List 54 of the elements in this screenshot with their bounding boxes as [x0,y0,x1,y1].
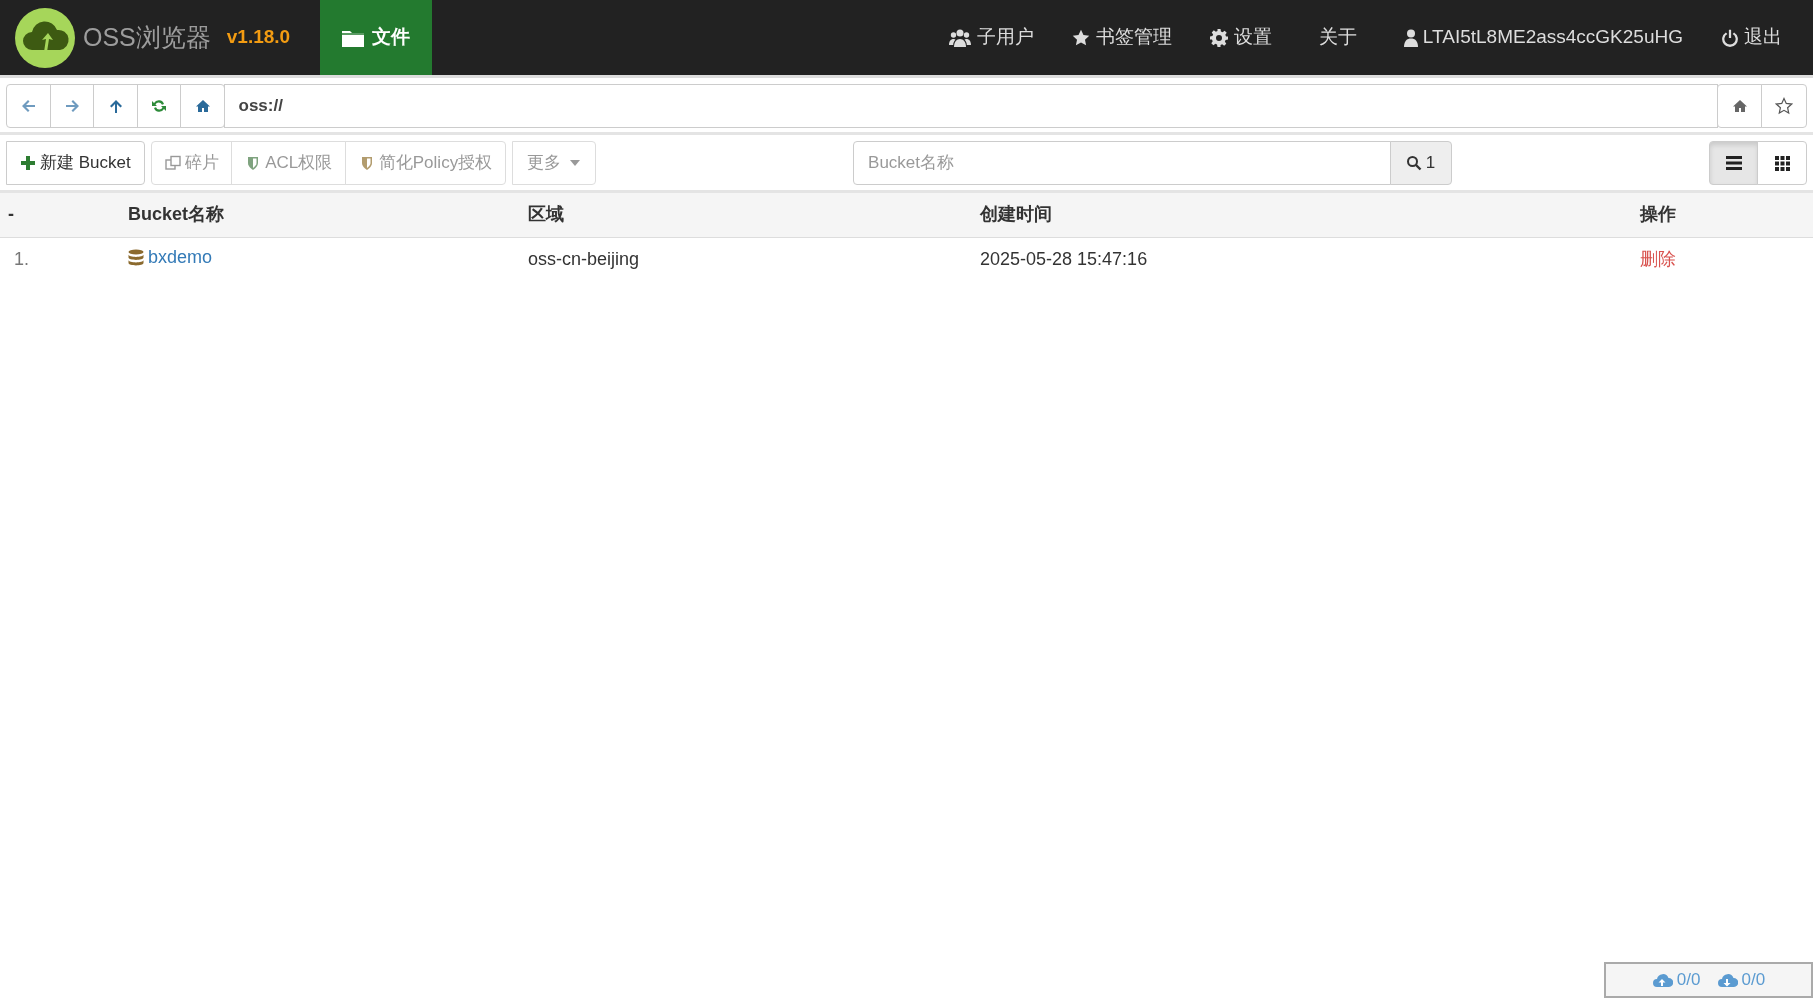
bucket-link[interactable]: bxdemo [148,244,213,271]
upload-status: 0/0 [1676,969,1701,992]
folder-icon [342,28,365,47]
grid-icon [1774,155,1790,171]
download-status: 0/0 [1741,969,1766,992]
cloud-download-icon [1716,972,1738,988]
up-button[interactable] [93,84,138,128]
settings-icon [1209,28,1228,47]
menu-link[interactable]: 设置 [1190,23,1291,52]
home-icon [194,98,211,114]
refresh-button[interactable] [136,84,182,128]
new-bucket-button[interactable]: 新建 Bucket [6,141,145,185]
caret-icon [569,159,582,167]
app-title: OSS浏览器 [83,21,211,53]
region-text: oss-cn-beijing [528,248,640,269]
power-icon [1721,28,1739,47]
files-tab[interactable]: 文件 [320,0,433,75]
refresh-icon [151,98,167,114]
list-view-button[interactable] [1708,141,1759,185]
delete-link[interactable]: 删除 [1640,248,1676,269]
home-bookmark-button[interactable] [1716,84,1763,128]
column-header: - [0,193,120,237]
cloud-upload-icon [1651,972,1673,988]
version-label: v1.18.0 [226,25,291,50]
menu-link[interactable]: 书签管理 [1052,23,1191,52]
plus-icon [20,155,36,171]
search-button[interactable]: 1 [1389,141,1452,185]
users-icon [948,28,971,47]
list-icon [1725,156,1742,170]
database-icon [128,248,144,267]
copy-icon [164,155,181,171]
logout-link[interactable]: 退出 [1702,23,1801,52]
menu-link[interactable]: 关于 [1290,23,1385,52]
cloud-logo-icon [15,7,75,68]
grid-view-button[interactable] [1757,141,1807,185]
user-link[interactable]: LTAI5tL8ME2ass4ccGK25uHG [1384,23,1702,52]
back-icon [20,98,37,114]
column-header: 区域 [520,193,972,237]
row-number: 1. [14,248,29,269]
forward-icon [64,98,80,114]
search-field[interactable]: Bucket名称 [853,141,1392,185]
menu-link[interactable]: 子用户 [929,23,1053,52]
home-icon [1731,98,1748,114]
created-time: 2025-05-28 15:47:16 [980,248,1148,269]
column-header: 创建时间 [972,193,1632,237]
address-field[interactable]: oss:// [223,84,1718,128]
bookmark-button[interactable] [1761,84,1807,128]
column-header: Bucket名称 [120,193,520,237]
star-outline-icon [1775,97,1793,115]
star-icon [1071,28,1090,47]
user-icon [1403,28,1418,47]
search-icon [1405,155,1422,171]
home-button[interactable] [180,84,225,128]
column-header: 操作 [1632,193,1813,237]
